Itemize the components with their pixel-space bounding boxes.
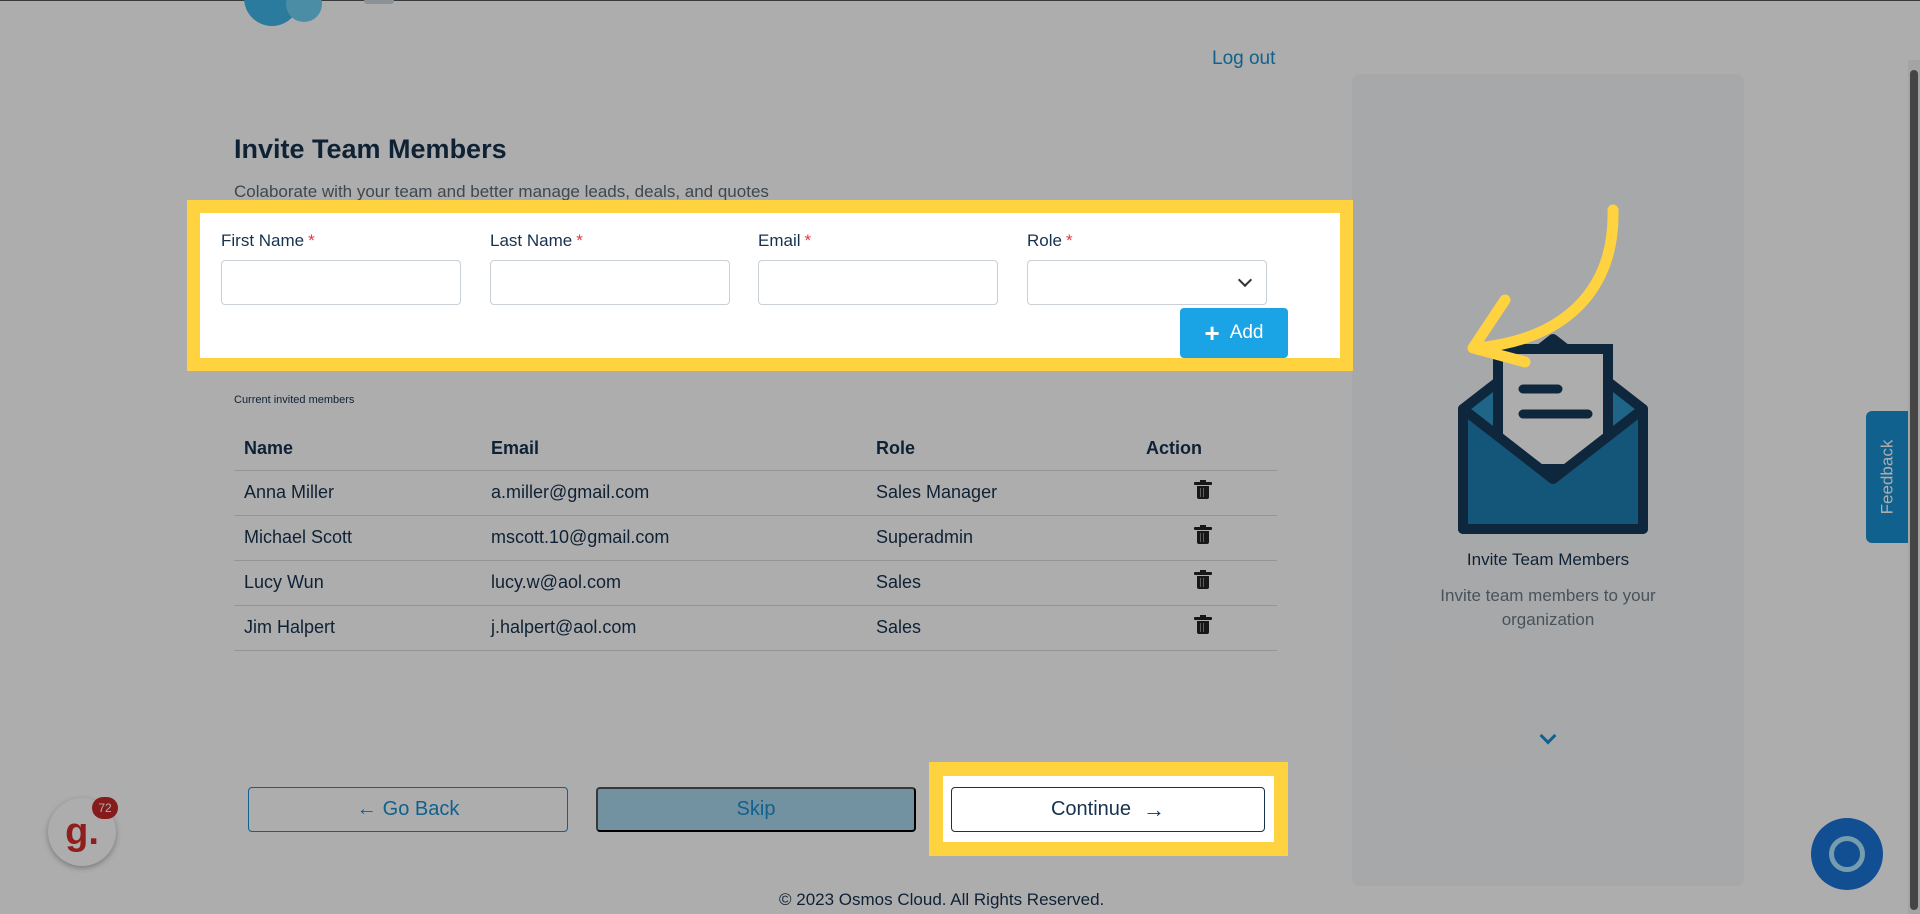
chat-widget-button[interactable] <box>1811 818 1883 890</box>
side-panel-title: Invite Team Members <box>1466 550 1630 569</box>
member-name: Michael Scott <box>234 515 481 561</box>
role-field-group: Role * <box>1027 231 1267 305</box>
required-mark: * <box>1065 231 1073 250</box>
member-action <box>1136 515 1277 561</box>
member-email: lucy.w@aol.com <box>481 560 866 606</box>
member-action <box>1136 605 1277 651</box>
logout-link[interactable]: Log out <box>1212 48 1275 70</box>
header-name: Name <box>234 428 481 471</box>
side-panel-subtitle: Invite team members to your organization <box>1440 586 1656 629</box>
member-email: j.halpert@aol.com <box>481 605 866 651</box>
member-action <box>1136 560 1277 606</box>
email-field-group: Email * <box>758 231 998 305</box>
first-name-input[interactable] <box>221 260 461 305</box>
chat-icon <box>1829 836 1865 872</box>
email-input[interactable] <box>758 260 998 305</box>
add-member-button[interactable]: + Add <box>1180 308 1288 358</box>
feedback-tab[interactable]: Feedback <box>1866 411 1908 543</box>
member-name: Lucy Wun <box>234 560 481 606</box>
role-label: Role * <box>1027 231 1073 250</box>
last-name-input[interactable] <box>490 260 730 305</box>
member-action <box>1136 470 1277 516</box>
arrow-left-icon: ← <box>356 798 377 820</box>
required-mark: * <box>576 231 583 250</box>
table-row: Lucy Wun lucy.w@aol.com Sales <box>234 560 1277 606</box>
member-email: a.miller@gmail.com <box>481 470 866 516</box>
member-name: Anna Miller <box>234 470 481 516</box>
role-select[interactable] <box>1027 260 1267 305</box>
trash-icon[interactable] <box>1194 524 1212 544</box>
brand-logo[interactable] <box>244 0 394 30</box>
member-role: Sales Manager <box>866 470 1136 516</box>
continue-highlight: Continue → <box>929 762 1288 856</box>
continue-label: Continue <box>1050 798 1132 820</box>
member-role: Superadmin <box>866 515 1136 561</box>
page-title: Invite Team Members <box>234 134 507 164</box>
table-row: Michael Scott mscott.10@gmail.com Supera… <box>234 515 1277 561</box>
first-name-label: First Name * <box>221 231 315 250</box>
required-mark: * <box>308 231 315 250</box>
arrow-right-icon: → <box>1143 796 1166 822</box>
trash-icon[interactable] <box>1194 614 1212 634</box>
required-mark: * <box>804 231 812 250</box>
invite-form-highlight: First Name * Last Name * Email * Role * + Ad… <box>187 200 1353 371</box>
table-header-row: Name Email Role Action <box>234 428 1277 471</box>
invited-members-table: Name Email Role Action Anna Miller a.mil… <box>234 428 1277 651</box>
notification-count-badge: 72 <box>92 797 118 819</box>
trash-icon[interactable] <box>1194 569 1212 589</box>
g-letter: g. <box>65 810 99 853</box>
table-row: Anna Miller a.miller@gmail.com Sales Man… <box>234 470 1277 516</box>
page-subtitle: Colaborate with your team and better man… <box>234 182 769 201</box>
feedback-label: Feedback <box>1877 439 1897 515</box>
skip-button[interactable]: Skip <box>596 787 916 832</box>
go-back-label: Go Back <box>382 798 460 820</box>
last-name-label: Last Name * <box>490 231 583 250</box>
invited-members-label: Current invited members <box>234 394 355 406</box>
table-row: Jim Halpert j.halpert@aol.com Sales <box>234 605 1277 651</box>
header-role: Role <box>866 428 1136 471</box>
member-role: Sales <box>866 605 1136 651</box>
go-back-button[interactable]: ← Go Back <box>248 787 568 832</box>
last-name-field-group: Last Name * <box>490 231 730 305</box>
scrollbar-thumb[interactable] <box>1910 70 1918 910</box>
chevron-down-icon <box>1237 272 1253 288</box>
skip-label: Skip <box>736 798 776 820</box>
pointer-arrow-icon <box>1467 204 1619 368</box>
footer-copyright: © 2023 Osmos Cloud. All Rights Reserved. <box>779 890 1105 909</box>
continue-button[interactable]: Continue → <box>951 787 1265 832</box>
header-email: Email <box>481 428 866 471</box>
plus-icon: + <box>1204 318 1220 348</box>
member-email: mscott.10@gmail.com <box>481 515 866 561</box>
logo-wordmark <box>364 0 394 4</box>
logo-circle-small <box>286 0 322 22</box>
email-label: Email * <box>758 231 812 250</box>
member-name: Jim Halpert <box>234 605 481 651</box>
member-role: Sales <box>866 560 1136 606</box>
add-button-label: Add <box>1229 322 1264 343</box>
header-action: Action <box>1136 428 1277 471</box>
first-name-field-group: First Name * <box>221 231 461 305</box>
chevron-down-icon[interactable] <box>1539 727 1557 745</box>
side-panel: Invite Team Members Invite team members … <box>1352 74 1744 886</box>
trash-icon[interactable] <box>1194 479 1212 499</box>
